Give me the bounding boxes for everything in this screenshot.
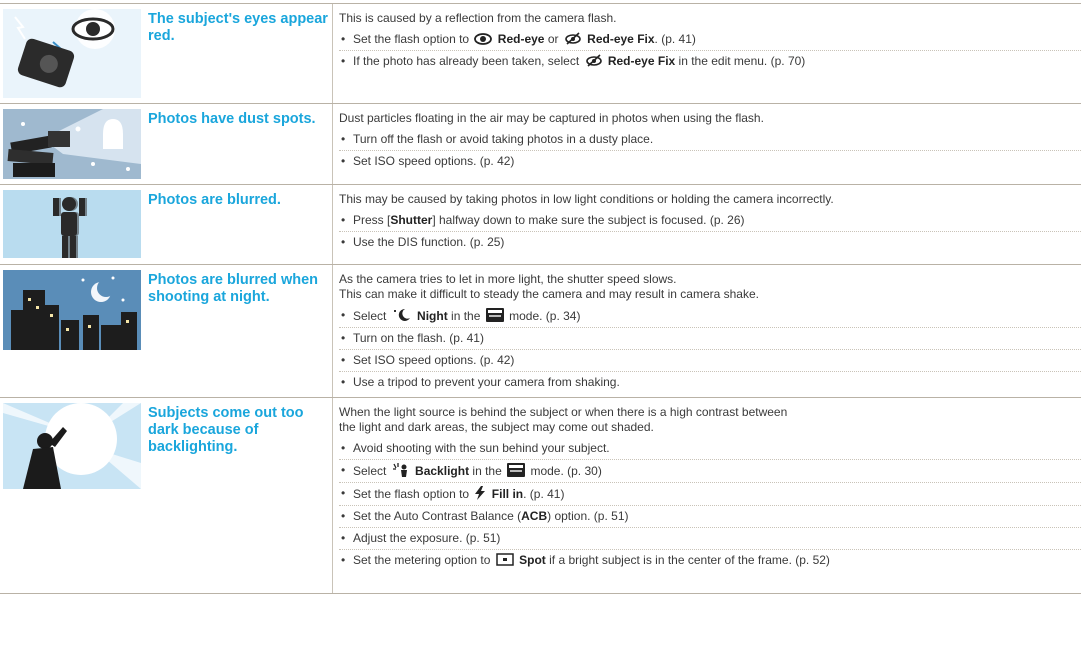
bullet-icon: •: [341, 213, 346, 227]
backlight-icon: [392, 463, 407, 477]
bullet-icon: •: [341, 375, 346, 389]
bullet-icon: •: [341, 235, 346, 249]
red-eye-illustration: [0, 4, 145, 103]
problem-description: As the camera tries to let in more light…: [333, 265, 1081, 397]
solution-list: • Press [Shutter] halfway down to make su…: [339, 210, 1081, 253]
solution-list: • Select Night in the mode. (p. 34) • Tur…: [339, 305, 1081, 393]
description-intro-2: This can make it difficult to steady the…: [339, 287, 759, 301]
bullet-icon: •: [341, 308, 346, 322]
problem-title: The subject's eyes appear red.: [145, 4, 333, 103]
list-item: • Select Night in the mode. (p. 34): [341, 308, 581, 323]
problem-description: This is caused by a reflection from the …: [333, 4, 1081, 103]
list-item: • Set the flash option to Fill in. (p. 4…: [339, 482, 1081, 505]
dust-spots-illustration: [0, 104, 145, 184]
flash-icon: [475, 486, 486, 500]
solution-list: • Set the flash option to Red-eye or Red…: [339, 29, 1081, 72]
list-item: • Set the flash option to Red-eye or Red…: [341, 32, 696, 46]
row-night: Photos are blurred when shooting at nigh…: [0, 264, 1081, 397]
solution-list: • Turn off the flash or avoid taking phot…: [339, 129, 1081, 172]
row-dust-spots: Photos have dust spots. Dust particles f…: [0, 103, 1081, 184]
description-intro-2: the light and dark areas, the subject ma…: [339, 420, 654, 434]
problem-title: Subjects come out too dark because of ba…: [145, 398, 333, 593]
row-blurred: Photos are blurred. This may be caused b…: [0, 184, 1081, 264]
list-item: • Avoid shooting with the sun behind your…: [341, 441, 610, 455]
night-scene-icon: [393, 308, 410, 321]
description-intro: Dust particles floating in the air may b…: [339, 111, 764, 125]
bullet-icon: •: [341, 509, 346, 523]
bullet-icon: •: [341, 353, 346, 367]
description-intro: This may be caused by taking photos in l…: [339, 192, 834, 206]
list-item: • Set the Auto Contrast Balance (ACB) opt…: [339, 505, 1081, 527]
blurred-illustration: [0, 185, 145, 264]
list-item: • Use a tripod to prevent your camera fro…: [339, 371, 1081, 393]
list-item: • Adjust the exposure. (p. 51): [339, 527, 1081, 549]
bullet-icon: •: [341, 32, 346, 46]
problem-description: Dust particles floating in the air may b…: [333, 104, 1081, 184]
row-red-eye: The subject's eyes appear red. This is c…: [0, 3, 1081, 103]
problem-title: Photos are blurred when shooting at nigh…: [145, 265, 333, 397]
list-item: • Set ISO speed options. (p. 42): [339, 150, 1081, 172]
list-item: • Turn on the flash. (p. 41): [339, 327, 1081, 349]
list-item: • Press [Shutter] halfway down to make su…: [341, 213, 745, 227]
red-eye-fix-icon: [585, 54, 602, 67]
night-illustration: [0, 265, 145, 397]
list-item: • Select Backlight in the mode. (p. 30): [339, 459, 1081, 482]
bullet-icon: •: [341, 463, 346, 477]
bullet-icon: •: [341, 331, 346, 345]
bullet-icon: •: [341, 132, 346, 146]
scene-mode-icon: [507, 463, 526, 477]
solution-list: • Avoid shooting with the sun behind your…: [339, 438, 1081, 571]
spot-metering-icon: [496, 553, 514, 566]
description-intro: This is caused by a reflection from the …: [339, 11, 617, 25]
list-item: • If the photo has already been taken, s…: [339, 50, 1081, 72]
problem-title: Photos are blurred.: [145, 185, 333, 264]
list-item: • Set the metering option to Spot if a b…: [339, 549, 1081, 571]
list-item: • Use the DIS function. (p. 25): [339, 231, 1081, 253]
scene-mode-icon: [485, 308, 504, 322]
bullet-icon: •: [341, 154, 346, 168]
description-intro: When the light source is behind the subj…: [339, 405, 788, 419]
bullet-icon: •: [341, 531, 346, 545]
list-item: • Set ISO speed options. (p. 42): [339, 349, 1081, 371]
backlighting-illustration: [0, 398, 145, 593]
bullet-icon: •: [341, 486, 346, 500]
description-intro: As the camera tries to let in more light…: [339, 272, 677, 286]
red-eye-fix-icon: [565, 32, 581, 45]
bullet-icon: •: [341, 54, 346, 68]
bullet-icon: •: [341, 553, 346, 567]
row-backlighting: Subjects come out too dark because of ba…: [0, 397, 1081, 594]
list-item: • Turn off the flash or avoid taking phot…: [341, 132, 654, 146]
eye-icon: [474, 33, 493, 45]
bullet-icon: •: [341, 441, 346, 455]
problem-description: This may be caused by taking photos in l…: [333, 185, 1081, 264]
problem-title: Photos have dust spots.: [145, 104, 333, 184]
problem-description: When the light source is behind the subj…: [333, 398, 1081, 593]
troubleshooting-table: The subject's eyes appear red. This is c…: [0, 3, 1081, 594]
